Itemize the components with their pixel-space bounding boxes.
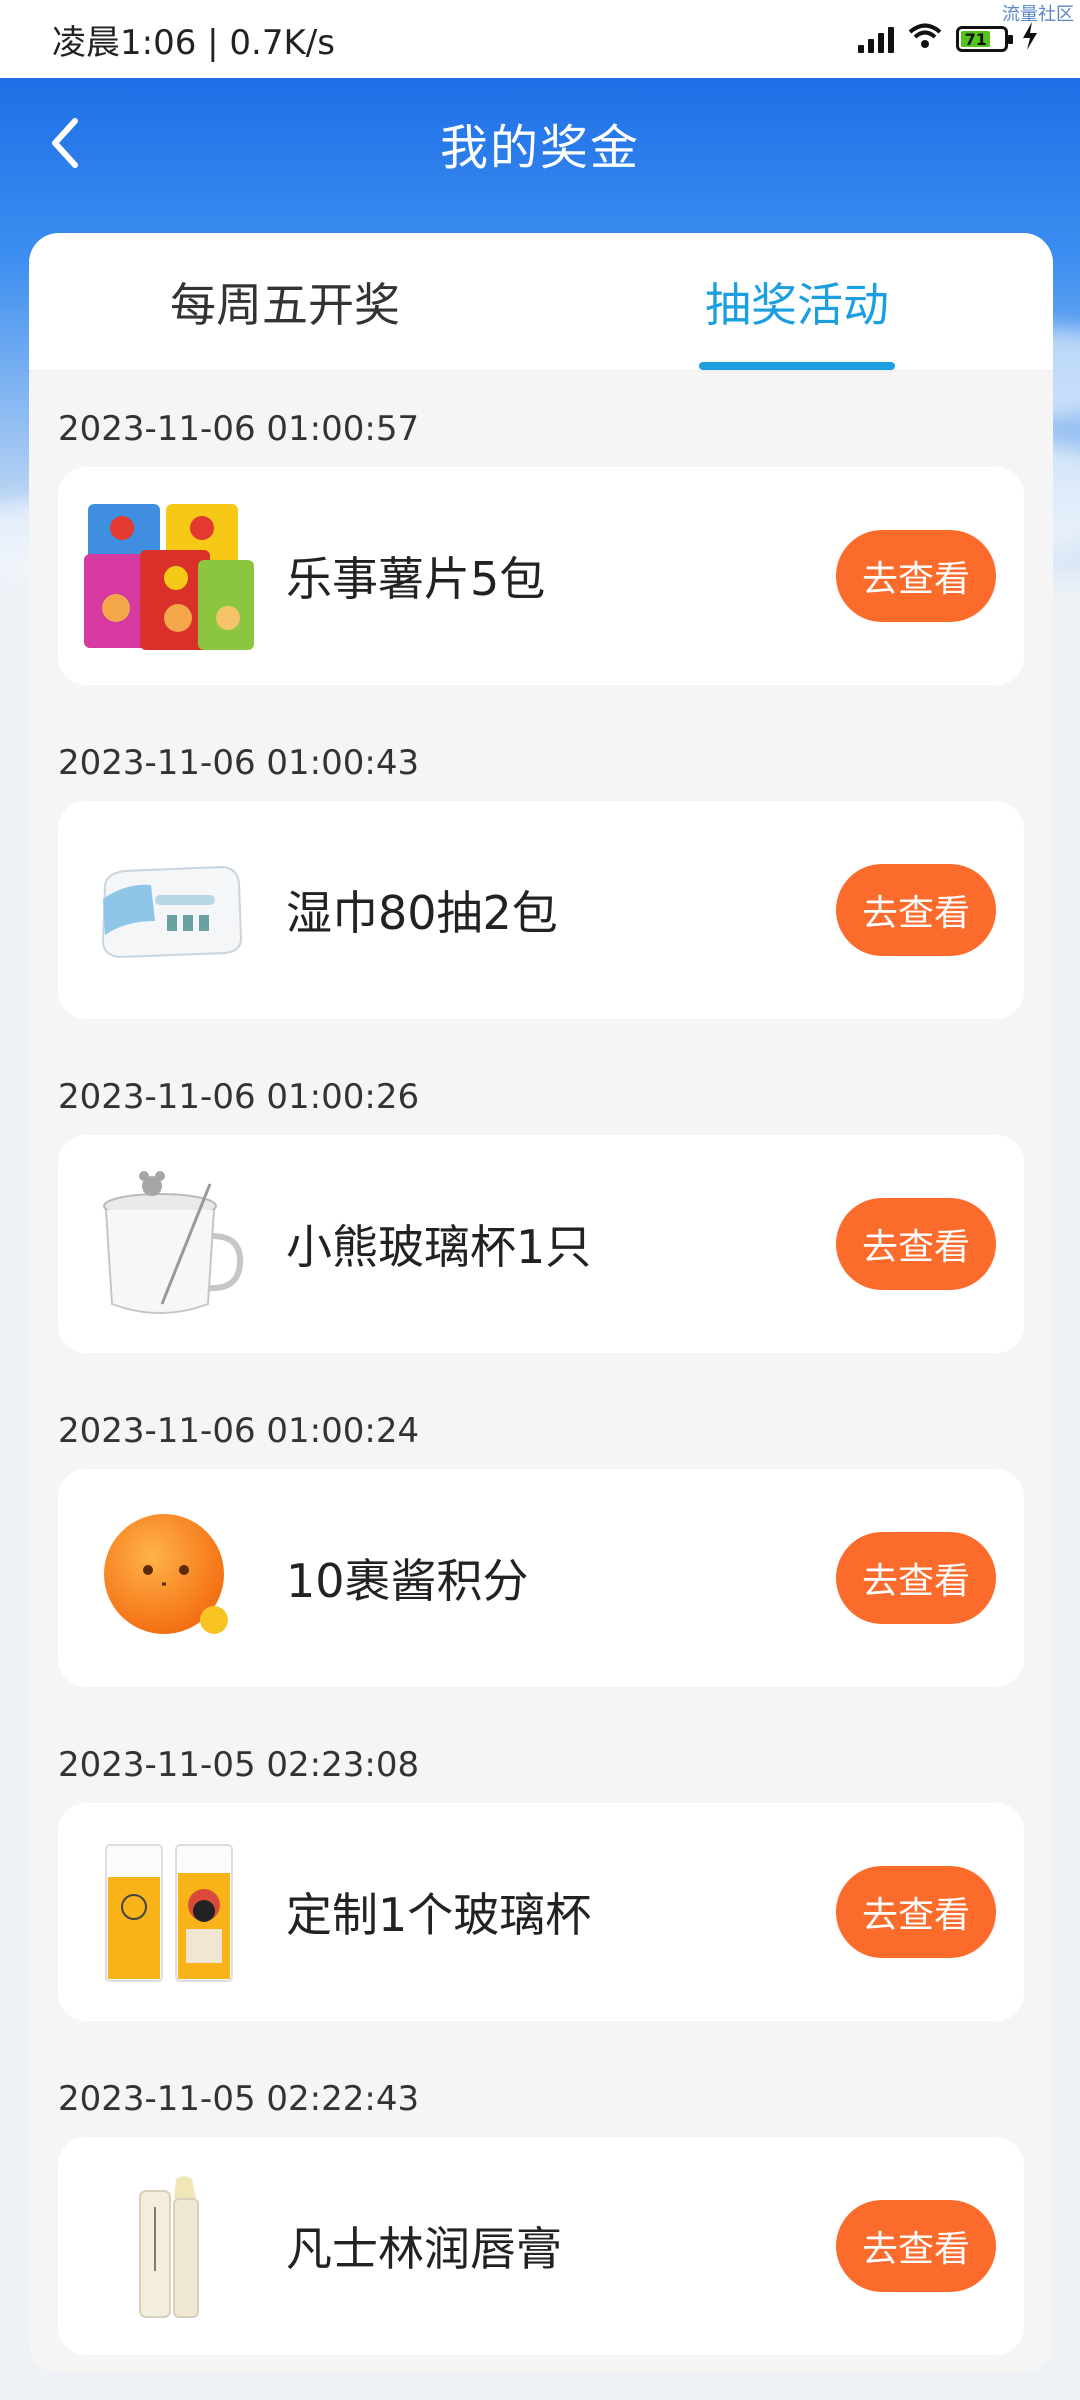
prize-card: 小熊玻璃杯1只 去查看 <box>58 1135 1024 1353</box>
prize-name: 定制1个玻璃杯 <box>286 1888 592 1942</box>
battery-level: 71 <box>961 30 991 49</box>
prize-time: 2023-11-06 01:00:24 <box>58 1411 420 1451</box>
prize-time: 2023-11-06 01:00:26 <box>58 1077 420 1117</box>
tab-weekly-draw[interactable]: 每周五开奖 <box>29 233 541 370</box>
list-item: 2023-11-06 01:00:26 小熊玻璃杯1只 去查看 <box>58 1039 1024 1373</box>
custom-glass-icon <box>80 1832 260 1992</box>
mascot-icon <box>80 1498 260 1658</box>
list-item: 2023-11-06 01:00:43 湿巾80抽2包 去查看 <box>58 705 1024 1039</box>
prize-time: 2023-11-05 02:23:08 <box>58 1745 420 1785</box>
lip-balm-icon <box>80 2166 260 2326</box>
prize-list: 2023-11-06 01:00:57 乐事薯片5包 去查看 2023-11-0… <box>29 371 1053 2373</box>
wet-wipes-icon <box>80 830 260 990</box>
back-button[interactable] <box>30 108 100 178</box>
prize-time: 2023-11-05 02:22:43 <box>58 2079 420 2119</box>
prize-name: 湿巾80抽2包 <box>286 886 558 940</box>
view-button[interactable]: 去查看 <box>836 1532 996 1624</box>
list-item: 2023-11-05 02:22:43 凡士林润唇膏 去查看 <box>58 2041 1024 2373</box>
wifi-icon <box>908 22 942 56</box>
chevron-left-icon <box>52 118 78 168</box>
prize-time: 2023-11-06 01:00:57 <box>58 409 420 449</box>
prize-time: 2023-11-06 01:00:43 <box>58 743 420 783</box>
watermark: 流量社区 <box>1002 4 1074 25</box>
tab-bar: 每周五开奖 抽奖活动 <box>29 233 1053 371</box>
prize-card: 乐事薯片5包 去查看 <box>58 467 1024 685</box>
status-time: 凌晨1:06 | 0.7K/s <box>52 22 335 63</box>
page-title: 我的奖金 <box>439 120 640 176</box>
view-button[interactable]: 去查看 <box>836 864 996 956</box>
view-button[interactable]: 去查看 <box>836 530 996 622</box>
status-bar: 凌晨1:06 | 0.7K/s 71 流量社区 <box>0 0 1080 78</box>
hd-signal-icon <box>858 25 894 53</box>
view-button[interactable]: 去查看 <box>836 1866 996 1958</box>
prize-panel: 每周五开奖 抽奖活动 2023-11-06 01:00:57 乐事薯片5包 去查… <box>29 233 1053 2373</box>
prize-card: 凡士林润唇膏 去查看 <box>58 2137 1024 2355</box>
prize-card: 10裹酱积分 去查看 <box>58 1469 1024 1687</box>
prize-card: 湿巾80抽2包 去查看 <box>58 801 1024 1019</box>
prize-card: 定制1个玻璃杯 去查看 <box>58 1803 1024 2021</box>
prize-name: 小熊玻璃杯1只 <box>286 1220 592 1274</box>
chips-icon <box>80 496 260 656</box>
battery-icon: 71 <box>956 26 1013 52</box>
view-button[interactable]: 去查看 <box>836 1198 996 1290</box>
tab-lottery-activity[interactable]: 抽奖活动 <box>541 233 1053 370</box>
prize-name: 凡士林润唇膏 <box>286 2222 562 2276</box>
view-button[interactable]: 去查看 <box>836 2200 996 2292</box>
list-item: 2023-11-06 01:00:24 10裹酱积分 去查看 <box>58 1373 1024 1707</box>
prize-name: 10裹酱积分 <box>286 1554 529 1608</box>
glass-cup-icon <box>80 1164 260 1324</box>
nav-bar: 我的奖金 <box>0 78 1080 208</box>
prize-name: 乐事薯片5包 <box>286 552 546 606</box>
status-icons: 71 <box>858 22 1038 56</box>
list-item: 2023-11-05 02:23:08 定制1个玻璃杯 去查看 <box>58 1707 1024 2041</box>
charging-icon <box>1022 22 1038 56</box>
list-item: 2023-11-06 01:00:57 乐事薯片5包 去查看 <box>58 371 1024 705</box>
